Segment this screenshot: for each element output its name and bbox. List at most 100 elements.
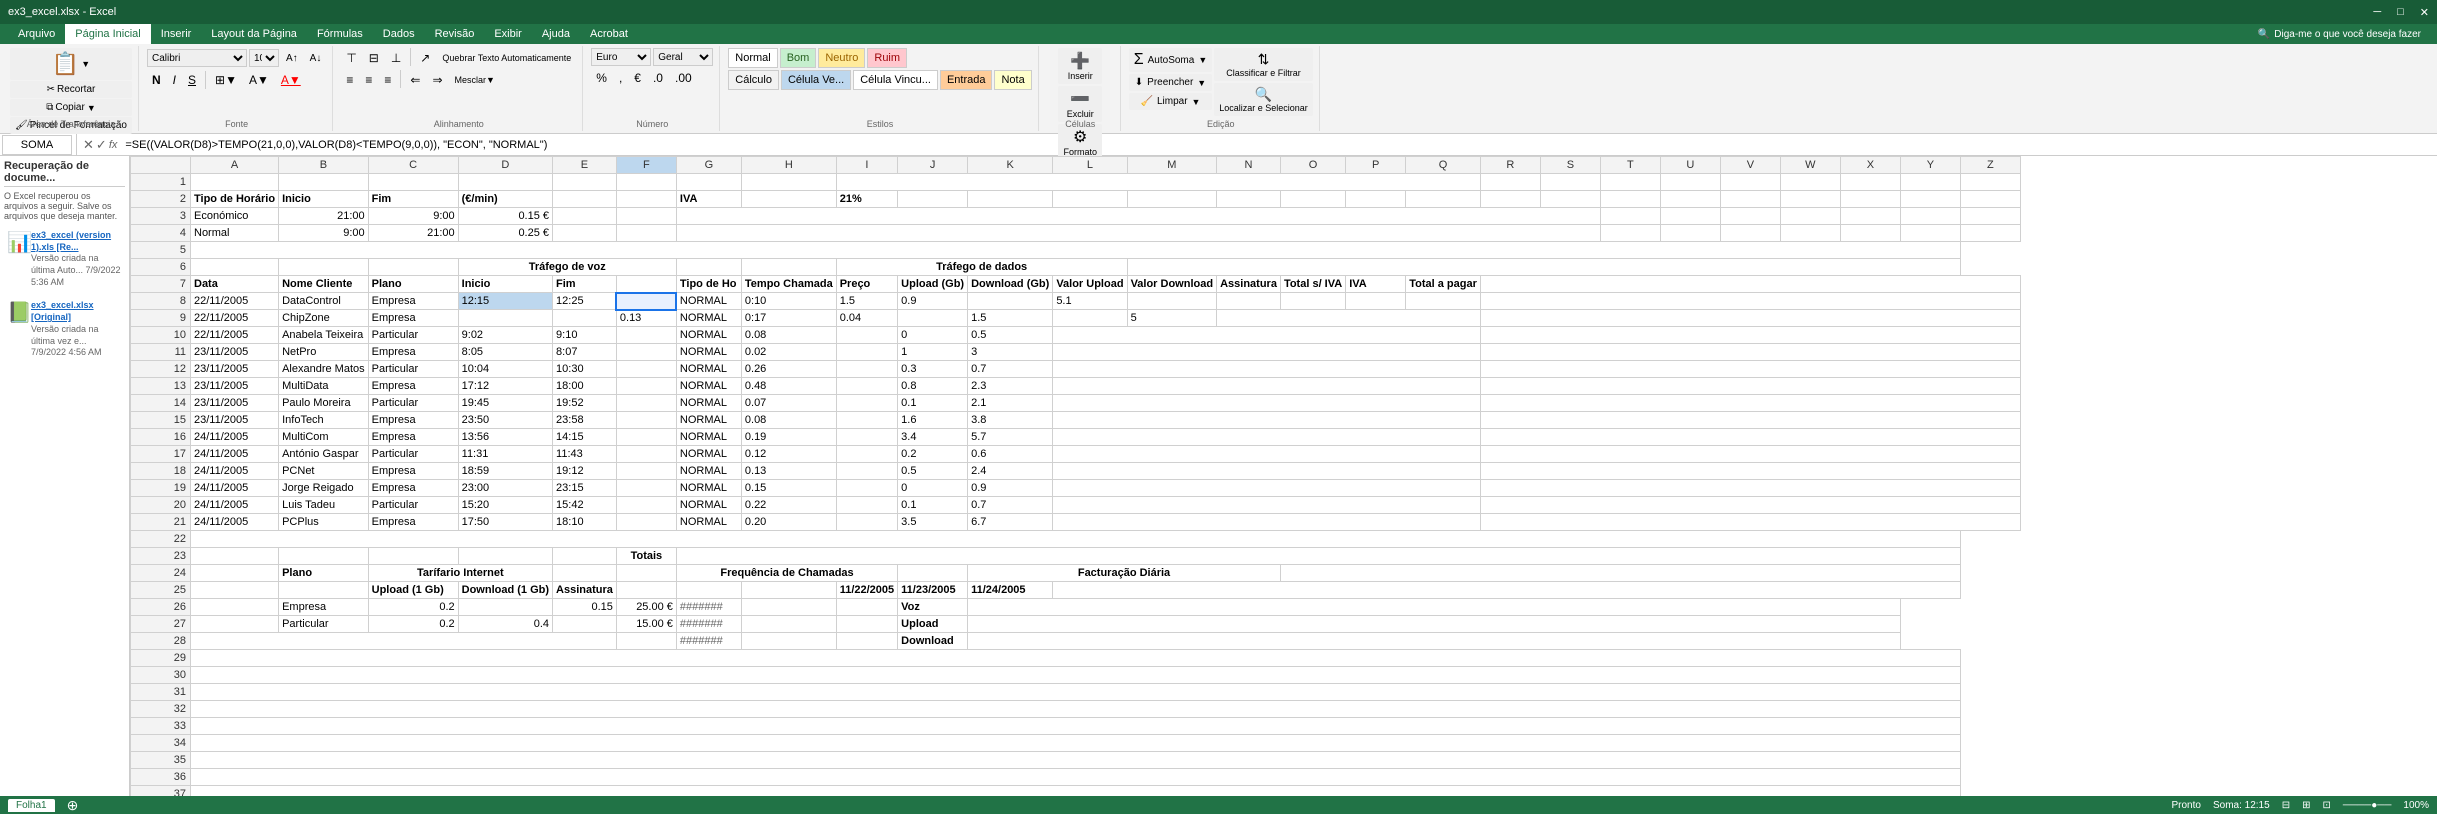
col-header-k[interactable]: K (968, 157, 1053, 174)
cell-d27[interactable]: 0.4 (458, 616, 552, 633)
delete-btn[interactable]: ➖ Excluir (1058, 86, 1102, 122)
cell-f16[interactable] (616, 429, 676, 446)
cell-r10[interactable] (1480, 327, 2020, 344)
cell-e1[interactable] (553, 174, 617, 191)
cell-k18[interactable]: 2.4 (968, 463, 1053, 480)
cell-d21[interactable]: 17:50 (458, 514, 552, 531)
cell-j8[interactable]: 0.9 (898, 293, 968, 310)
cell-i10[interactable] (836, 327, 897, 344)
cell-g23[interactable] (676, 548, 1960, 565)
cell-l12[interactable] (1053, 361, 1481, 378)
cut-button[interactable]: ✂ Recortar (10, 81, 132, 98)
col-header-i[interactable]: I (836, 157, 897, 174)
cell-i27[interactable] (836, 616, 897, 633)
col-header-a[interactable]: A (191, 157, 279, 174)
cell-s2[interactable] (1540, 191, 1600, 208)
cell-j7[interactable]: Upload (Gb) (898, 276, 968, 293)
cell-w3[interactable] (1780, 208, 1840, 225)
cell-b18[interactable]: PCNet (279, 463, 369, 480)
cell-h28[interactable] (741, 633, 836, 650)
cell-k20[interactable]: 0.7 (968, 497, 1053, 514)
cell-e27[interactable] (553, 616, 617, 633)
cell-f25[interactable] (616, 582, 676, 599)
col-header-s[interactable]: S (1540, 157, 1600, 174)
row-9-header[interactable]: 9 (131, 310, 191, 327)
cell-h7[interactable]: Tempo Chamada (741, 276, 836, 293)
cell-g20[interactable]: NORMAL (676, 497, 741, 514)
italic-button[interactable]: I (168, 70, 181, 90)
orientation-btn[interactable]: ↗ (415, 48, 435, 68)
col-header-w[interactable]: W (1780, 157, 1840, 174)
cell-f8[interactable] (616, 293, 676, 310)
cell-x1[interactable] (1840, 174, 1900, 191)
col-header-l[interactable]: L (1053, 157, 1127, 174)
cell-o24[interactable] (1280, 565, 1960, 582)
cell-k10[interactable]: 0.5 (968, 327, 1053, 344)
cell-d1[interactable] (458, 174, 552, 191)
cell-i8[interactable]: 1.5 (836, 293, 897, 310)
cell-r17[interactable] (1480, 446, 2020, 463)
col-header-d[interactable]: D (458, 157, 552, 174)
cell-e10[interactable]: 9:10 (553, 327, 617, 344)
style-entrada-btn[interactable]: Entrada (940, 70, 993, 90)
cell-j20[interactable]: 0.1 (898, 497, 968, 514)
cell-j26[interactable]: Voz (898, 599, 968, 616)
cell-e23[interactable] (553, 548, 617, 565)
cell-h16[interactable]: 0.19 (741, 429, 836, 446)
cell-c8[interactable]: Empresa (368, 293, 458, 310)
cell-r13[interactable] (1480, 378, 2020, 395)
tab-dados[interactable]: Dados (373, 24, 425, 44)
cell-c23[interactable] (368, 548, 458, 565)
cell-u1[interactable] (1660, 174, 1720, 191)
cell-h11[interactable]: 0.02 (741, 344, 836, 361)
cell-b16[interactable]: MultiCom (279, 429, 369, 446)
cell-e3[interactable] (553, 208, 617, 225)
cell-j13[interactable]: 0.8 (898, 378, 968, 395)
row-25-header[interactable]: 25 (131, 582, 191, 599)
align-top-btn[interactable]: ⊤ (341, 48, 361, 68)
cell-c14[interactable]: Particular (368, 395, 458, 412)
cell-a19[interactable]: 24/11/2005 (191, 480, 279, 497)
cell-j18[interactable]: 0.5 (898, 463, 968, 480)
cell-l13[interactable] (1053, 378, 1481, 395)
cell-i19[interactable] (836, 480, 897, 497)
cell-u4[interactable] (1660, 225, 1720, 242)
cell-i16[interactable] (836, 429, 897, 446)
currency-select[interactable]: Euro (591, 48, 651, 66)
cell-d20[interactable]: 15:20 (458, 497, 552, 514)
cell-f20[interactable] (616, 497, 676, 514)
cell-c15[interactable]: Empresa (368, 412, 458, 429)
cell-g24[interactable]: Frequência de Chamadas (676, 565, 897, 582)
cell-f27[interactable]: 15.00 € (616, 616, 676, 633)
cell-j10[interactable]: 0 (898, 327, 968, 344)
cell-i14[interactable] (836, 395, 897, 412)
cell-v3[interactable] (1720, 208, 1780, 225)
cell-e17[interactable]: 11:43 (553, 446, 617, 463)
cell-j9[interactable] (898, 310, 968, 327)
sheet-tab[interactable]: Folha1 (8, 799, 55, 812)
cell-h2[interactable] (741, 191, 836, 208)
align-middle-btn[interactable]: ⊟ (364, 48, 384, 68)
row-16-header[interactable]: 16 (131, 429, 191, 446)
cell-o7[interactable]: Total s/ IVA (1280, 276, 1345, 293)
col-header-o[interactable]: O (1280, 157, 1345, 174)
cell-b6[interactable] (279, 259, 369, 276)
cell-h10[interactable]: 0.08 (741, 327, 836, 344)
cell-a24[interactable] (191, 565, 279, 582)
zoom-level[interactable]: 100% (2403, 800, 2429, 811)
cell-a14[interactable]: 23/11/2005 (191, 395, 279, 412)
cell-i26[interactable] (836, 599, 897, 616)
col-header-x[interactable]: X (1840, 157, 1900, 174)
cell-k15[interactable]: 3.8 (968, 412, 1053, 429)
cell-e7[interactable]: Fim (553, 276, 617, 293)
tab-acrobat[interactable]: Acrobat (580, 24, 638, 44)
cell-e9[interactable] (553, 310, 617, 327)
row-24-header[interactable]: 24 (131, 565, 191, 582)
col-header-b[interactable]: B (279, 157, 369, 174)
cell-a4[interactable]: Normal (191, 225, 279, 242)
cell-f17[interactable] (616, 446, 676, 463)
cell-s1[interactable] (1540, 174, 1600, 191)
cell-g7[interactable]: Tipo de Ho (676, 276, 741, 293)
maximize-btn[interactable]: □ (2397, 6, 2404, 19)
cell-d13[interactable]: 17:12 (458, 378, 552, 395)
